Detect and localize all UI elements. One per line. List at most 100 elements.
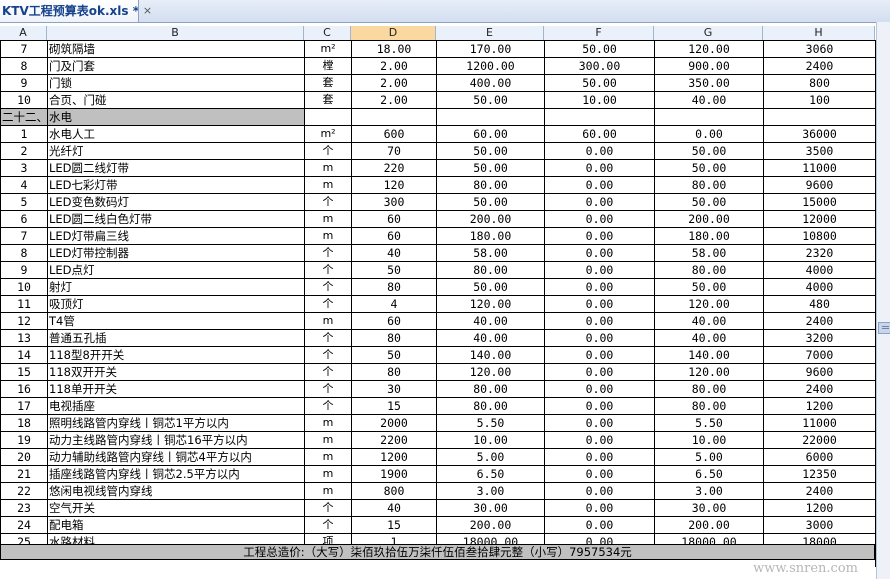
cell-b[interactable]: 悠闲电视线管内穿线 (47, 482, 305, 500)
empty-cell[interactable] (654, 108, 764, 126)
cell-f[interactable]: 0.00 (544, 346, 655, 364)
cell-d[interactable]: 80 (351, 329, 437, 347)
cell-c[interactable]: 个 (304, 397, 352, 415)
cell-h[interactable]: 15000 (763, 193, 876, 211)
cell-g[interactable]: 80.00 (654, 176, 764, 194)
cell-e[interactable]: 50.00 (436, 278, 545, 296)
cell-g[interactable]: 3.00 (654, 482, 764, 500)
cell-a[interactable]: 24 (0, 516, 48, 534)
cell-a[interactable]: 15 (0, 363, 48, 381)
cell-d[interactable]: 15 (351, 397, 437, 415)
cell-g[interactable]: 50.00 (654, 142, 764, 160)
cell-b[interactable]: 水电人工 (47, 125, 305, 143)
cell-h[interactable]: 3000 (763, 516, 876, 534)
cell-e[interactable]: 80.00 (436, 176, 545, 194)
column-header-c[interactable]: C (304, 26, 351, 40)
cell-f[interactable]: 60.00 (544, 125, 655, 143)
cell-b[interactable]: 吸顶灯 (47, 295, 305, 313)
cell-e[interactable]: 40.00 (436, 329, 545, 347)
cell-e[interactable]: 80.00 (436, 380, 545, 398)
cell-h[interactable]: 480 (763, 295, 876, 313)
cell-f[interactable]: 0.00 (544, 397, 655, 415)
cell-c[interactable]: 个 (304, 329, 352, 347)
cell-b[interactable]: 光纤灯 (47, 142, 305, 160)
cell-e[interactable]: 170.00 (436, 40, 545, 58)
cell-f[interactable]: 0.00 (544, 329, 655, 347)
cell-d[interactable]: 40 (351, 499, 437, 517)
cell-c[interactable]: 套 (304, 74, 352, 92)
cell-h[interactable]: 3500 (763, 142, 876, 160)
cell-f[interactable]: 0.00 (544, 261, 655, 279)
cell-a[interactable]: 17 (0, 397, 48, 415)
cell-g[interactable]: 140.00 (654, 346, 764, 364)
cell-g[interactable]: 40.00 (654, 91, 764, 109)
cell-f[interactable]: 50.00 (544, 40, 655, 58)
cell-b[interactable]: LED圆二线白色灯带 (47, 210, 305, 228)
cell-a[interactable]: 9 (0, 74, 48, 92)
cell-h[interactable]: 11000 (763, 159, 876, 177)
cell-h[interactable]: 3200 (763, 329, 876, 347)
cell-c[interactable]: m (304, 431, 352, 449)
cell-f[interactable]: 0.00 (544, 227, 655, 245)
cell-h[interactable]: 2400 (763, 380, 876, 398)
cell-b[interactable]: 动力辅助线路管内穿线丨铜芯4平方以内 (47, 448, 305, 466)
cell-c[interactable]: m² (304, 40, 352, 58)
cell-a[interactable]: 9 (0, 261, 48, 279)
cell-g[interactable]: 6.50 (654, 465, 764, 483)
cell-f[interactable]: 0.00 (544, 482, 655, 500)
cell-e[interactable]: 40.00 (436, 312, 545, 330)
cell-d[interactable]: 300 (351, 193, 437, 211)
column-header-e[interactable]: E (436, 26, 544, 40)
vertical-scrollbar[interactable] (876, 22, 890, 579)
cell-e[interactable]: 200.00 (436, 516, 545, 534)
cell-h[interactable]: 22000 (763, 431, 876, 449)
cell-b[interactable]: T4管 (47, 312, 305, 330)
cell-g[interactable]: 180.00 (654, 227, 764, 245)
section-name[interactable]: 水电 (47, 108, 305, 126)
cell-f[interactable]: 0.00 (544, 380, 655, 398)
cell-g[interactable]: 120.00 (654, 40, 764, 58)
cell-b[interactable]: 空气开关 (47, 499, 305, 517)
cell-e[interactable]: 50.00 (436, 193, 545, 211)
cell-d[interactable]: 120 (351, 176, 437, 194)
cell-c[interactable]: m (304, 159, 352, 177)
cell-g[interactable]: 30.00 (654, 499, 764, 517)
cell-g[interactable]: 80.00 (654, 380, 764, 398)
cell-g[interactable]: 50.00 (654, 278, 764, 296)
cell-h[interactable]: 800 (763, 74, 876, 92)
cell-a[interactable]: 7 (0, 40, 48, 58)
empty-cell[interactable] (304, 108, 352, 126)
cell-h[interactable]: 7000 (763, 346, 876, 364)
cell-b[interactable]: 照明线路管内穿线丨铜芯1平方以内 (47, 414, 305, 432)
cell-e[interactable]: 3.00 (436, 482, 545, 500)
cell-e[interactable]: 80.00 (436, 261, 545, 279)
cell-c[interactable]: 个 (304, 363, 352, 381)
cell-h[interactable]: 36000 (763, 125, 876, 143)
cell-g[interactable]: 120.00 (654, 295, 764, 313)
cell-a[interactable]: 3 (0, 159, 48, 177)
cell-d[interactable]: 80 (351, 363, 437, 381)
cell-h[interactable]: 4000 (763, 261, 876, 279)
cell-b[interactable]: LED变色数码灯 (47, 193, 305, 211)
cell-f[interactable]: 0.00 (544, 414, 655, 432)
cell-d[interactable]: 600 (351, 125, 437, 143)
cell-a[interactable]: 23 (0, 499, 48, 517)
cell-d[interactable]: 800 (351, 482, 437, 500)
cell-b[interactable]: 插座线路管内穿线丨铜芯2.5平方以内 (47, 465, 305, 483)
empty-cell[interactable] (544, 108, 655, 126)
cell-a[interactable]: 11 (0, 295, 48, 313)
cell-d[interactable]: 60 (351, 210, 437, 228)
cell-c[interactable]: 个 (304, 499, 352, 517)
cell-c[interactable]: 个 (304, 346, 352, 364)
cell-h[interactable]: 1200 (763, 397, 876, 415)
workbook-tab[interactable]: KTV工程预算表ok.xls * (0, 0, 139, 22)
cell-h[interactable]: 12000 (763, 210, 876, 228)
cell-a[interactable]: 19 (0, 431, 48, 449)
cell-g[interactable]: 10.00 (654, 431, 764, 449)
cell-a[interactable]: 21 (0, 465, 48, 483)
cell-e[interactable]: 1200.00 (436, 57, 545, 75)
cell-b[interactable]: LED圆二线灯带 (47, 159, 305, 177)
cell-f[interactable]: 0.00 (544, 431, 655, 449)
section-number[interactable]: 二十二、 (0, 108, 48, 126)
cell-g[interactable]: 80.00 (654, 261, 764, 279)
